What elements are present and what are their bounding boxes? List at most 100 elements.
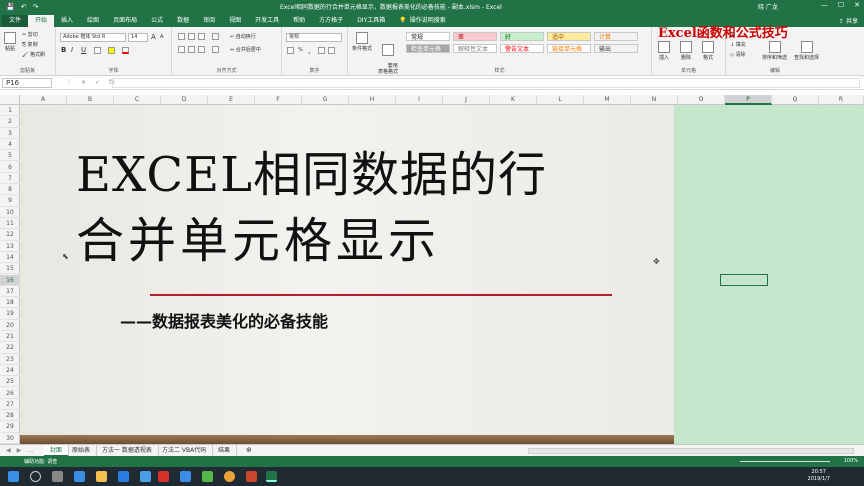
tab-diy-toolbox[interactable]: DIY工具箱	[350, 15, 392, 27]
column-header[interactable]: M	[584, 95, 631, 105]
column-header[interactable]: L	[537, 95, 584, 105]
row-header[interactable]: 24	[0, 365, 20, 377]
row-header[interactable]: 21	[0, 331, 20, 343]
font-name-box[interactable]: Adobe 楷体 Std R	[60, 33, 126, 42]
app-blue-icon[interactable]	[180, 471, 191, 482]
column-header[interactable]: J	[443, 95, 490, 105]
folder-icon[interactable]	[96, 471, 107, 482]
row-header[interactable]: 25	[0, 376, 20, 388]
style-cell[interactable]: 差	[453, 32, 497, 41]
column-header[interactable]: E	[208, 95, 255, 105]
tab-file[interactable]: 文件	[2, 15, 29, 27]
zoom-slider[interactable]	[740, 461, 830, 462]
task-view-icon[interactable]	[52, 471, 63, 482]
shrink-font-button[interactable]: A	[160, 34, 163, 40]
tab-formulas[interactable]: 公式	[144, 15, 170, 27]
row-header[interactable]: 3	[0, 128, 20, 139]
row-header[interactable]: 11	[0, 218, 20, 230]
tab-review[interactable]: 审阅	[196, 15, 222, 27]
style-cell[interactable]: 计算	[594, 32, 638, 41]
row-header[interactable]: 16	[0, 274, 20, 286]
windows-start-icon[interactable]	[8, 471, 19, 482]
number-format-box[interactable]: 常规	[286, 33, 342, 42]
formula-input[interactable]	[112, 78, 860, 88]
column-header[interactable]: A	[20, 95, 67, 105]
insert-cells-button[interactable]: 插入	[658, 41, 670, 61]
save-icon[interactable]: 💾	[6, 3, 15, 11]
style-cell[interactable]: 解释性文本	[453, 44, 497, 53]
format-painter-button[interactable]: 🖌 格式刷	[22, 51, 45, 58]
taskbar-clock[interactable]: 20:57 2019/1/7	[808, 469, 830, 483]
row-header[interactable]: 12	[0, 229, 20, 241]
tab-developer[interactable]: 开发工具	[248, 15, 286, 27]
border-icon[interactable]	[94, 47, 101, 54]
conditional-format-button[interactable]: 条件格式	[352, 32, 372, 52]
style-cell[interactable]: 好	[500, 32, 544, 41]
more-sheets-icon[interactable]: …	[27, 447, 33, 454]
redo-icon[interactable]: ↷	[33, 3, 39, 11]
app-red-icon[interactable]	[158, 471, 169, 482]
delete-cells-button[interactable]: 删除	[680, 41, 692, 61]
style-cell[interactable]: 常规	[406, 32, 450, 41]
wrap-text-button[interactable]: ↵ 自动换行	[230, 33, 256, 40]
column-header[interactable]: H	[349, 95, 396, 105]
font-size-box[interactable]: 14	[128, 33, 148, 42]
active-cell[interactable]	[720, 274, 768, 286]
sort-filter-button[interactable]: 排序和筛选	[762, 41, 787, 61]
column-header[interactable]: N	[631, 95, 678, 105]
currency-icon[interactable]	[287, 47, 294, 54]
row-header[interactable]: 19	[0, 308, 20, 320]
clear-button[interactable]: ◇ 清除	[730, 51, 745, 58]
bold-button[interactable]: B	[61, 46, 66, 54]
format-cells-button[interactable]: 格式	[702, 41, 714, 61]
underline-button[interactable]: U	[81, 46, 86, 54]
more-icon[interactable]: ⋮	[66, 79, 72, 86]
row-header[interactable]: 14	[0, 252, 20, 264]
tab-insert[interactable]: 插入	[54, 15, 80, 27]
tell-me-search[interactable]: 💡 操作说明搜索	[392, 15, 453, 27]
align-left-icon[interactable]	[178, 46, 185, 53]
style-cell[interactable]: 链接单元格	[547, 44, 591, 53]
column-header[interactable]: F	[255, 95, 302, 105]
row-header[interactable]: 4	[0, 139, 20, 151]
prev-sheet-icon[interactable]: ◀	[6, 447, 11, 454]
column-header[interactable]: D	[161, 95, 208, 105]
orientation-icon[interactable]	[212, 33, 219, 40]
style-cell[interactable]: 输出	[594, 44, 638, 53]
row-header[interactable]: 1	[0, 105, 20, 117]
align-middle-icon[interactable]	[188, 33, 195, 40]
app-green-icon[interactable]	[202, 471, 213, 482]
increase-decimal-icon[interactable]	[318, 47, 325, 54]
percent-button[interactable]: %	[298, 47, 303, 53]
column-header[interactable]: B	[67, 95, 114, 105]
row-header[interactable]: 15	[0, 263, 20, 275]
paste-button[interactable]: 粘贴	[4, 32, 16, 52]
mail-icon[interactable]	[140, 471, 151, 482]
column-header[interactable]: I	[396, 95, 443, 105]
indent-icon[interactable]	[212, 46, 219, 53]
green-sheet-area[interactable]	[674, 105, 864, 444]
store-icon[interactable]	[118, 471, 129, 482]
maximize-icon[interactable]: ☐	[838, 1, 844, 9]
row-header[interactable]: 29	[0, 421, 20, 433]
tab-fangfang[interactable]: 方方格子	[312, 15, 350, 27]
row-header[interactable]: 13	[0, 241, 20, 252]
align-center-icon[interactable]	[188, 46, 195, 53]
row-header[interactable]: 2	[0, 116, 20, 128]
cut-button[interactable]: ✂ 剪切	[22, 31, 38, 38]
share-button[interactable]: ⇪ 共享	[839, 16, 858, 25]
fill-button[interactable]: ↓ 填充	[730, 41, 746, 48]
decrease-decimal-icon[interactable]	[328, 47, 335, 54]
zoom-level[interactable]: 100%	[844, 458, 858, 464]
column-header[interactable]: K	[490, 95, 537, 105]
merge-center-button[interactable]: ⇔ 合并后居中	[230, 46, 261, 53]
tab-page-layout[interactable]: 页面布局	[106, 15, 144, 27]
row-header[interactable]: 17	[0, 286, 20, 298]
powerpoint-icon[interactable]	[246, 471, 257, 482]
copy-button[interactable]: ⎘ 复制	[22, 41, 38, 48]
tab-home[interactable]: 开始	[28, 15, 55, 27]
tab-data[interactable]: 数据	[170, 15, 196, 27]
style-cell[interactable]: 警告文本	[500, 44, 544, 53]
row-header[interactable]: 20	[0, 320, 20, 331]
row-header[interactable]: 18	[0, 297, 20, 309]
